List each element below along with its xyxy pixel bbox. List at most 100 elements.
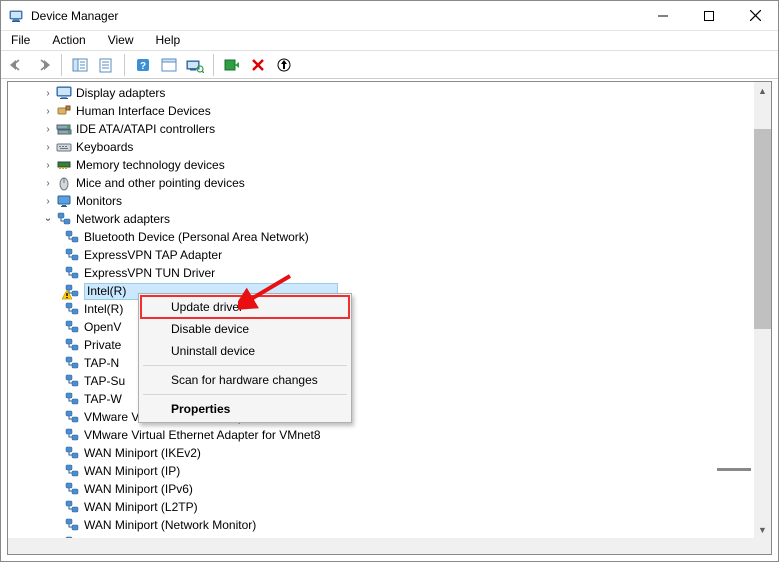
tree-label: Human Interface Devices: [76, 104, 217, 118]
tree-label: WAN Miniport (IKEv2): [84, 446, 207, 460]
update-driver-button[interactable]: [272, 53, 296, 77]
forward-button[interactable]: [31, 53, 55, 77]
network-adapter-icon: [64, 247, 80, 263]
network-adapter-icon: [64, 319, 80, 335]
tree-item[interactable]: ExpressVPN TUN Driver: [8, 264, 754, 282]
tree-item[interactable]: WAN Miniport (Network Monitor): [8, 516, 754, 534]
ctx-properties[interactable]: Properties: [141, 398, 349, 420]
tree-item[interactable]: VMware Virtual Ethernet Adapter for VMne…: [8, 408, 754, 426]
scroll-up-button[interactable]: ▲: [754, 82, 771, 99]
tree-item[interactable]: WAN Miniport (IP): [8, 462, 754, 480]
network-adapter-icon: [64, 499, 80, 515]
tree-label: ExpressVPN TUN Driver: [84, 266, 221, 280]
monitor-icon: [56, 193, 72, 209]
menu-action[interactable]: Action: [48, 33, 89, 50]
tree-item[interactable]: WAN Miniport (IPv6): [8, 480, 754, 498]
tree-label: WAN Miniport (IP): [84, 464, 186, 478]
tree-item[interactable]: Private: [8, 336, 754, 354]
tree-item[interactable]: TAP-Su: [8, 372, 754, 390]
ctx-scan-hardware[interactable]: Scan for hardware changes: [141, 369, 349, 391]
device-manager-icon: [9, 8, 25, 24]
ctx-uninstall-device[interactable]: Uninstall device: [141, 340, 349, 362]
tree-label: OpenV: [84, 320, 127, 334]
content-pane: › Display adapters › Human Interface Dev…: [7, 81, 772, 555]
tree-category[interactable]: › Mice and other pointing devices: [8, 174, 754, 192]
expand-toggle[interactable]: ›: [42, 142, 54, 153]
tree-item[interactable]: TAP-W: [8, 390, 754, 408]
ctx-update-driver[interactable]: Update driver: [141, 296, 349, 318]
tree-item[interactable]: ExpressVPN TAP Adapter: [8, 246, 754, 264]
tree-label: Display adapters: [76, 86, 171, 100]
action-button[interactable]: [157, 53, 181, 77]
network-adapter-icon: [64, 463, 80, 479]
scan-hardware-button[interactable]: [183, 53, 207, 77]
scroll-down-button[interactable]: ▼: [754, 521, 771, 538]
network-adapter-icon: [64, 481, 80, 497]
tree-item[interactable]: Bluetooth Device (Personal Area Network): [8, 228, 754, 246]
expand-toggle[interactable]: ›: [42, 196, 54, 207]
keyboard-icon: [56, 139, 72, 155]
network-adapter-icon: [64, 265, 80, 281]
tree-category[interactable]: › Memory technology devices: [8, 156, 754, 174]
tree-item[interactable]: WAN Miniport (L2TP): [8, 498, 754, 516]
tree-item[interactable]: OpenV: [8, 318, 754, 336]
scroll-track[interactable]: [754, 329, 771, 521]
horizontal-scrollbar[interactable]: [8, 538, 754, 554]
tree-category[interactable]: › Monitors: [8, 192, 754, 210]
close-button[interactable]: [732, 1, 778, 31]
tree-label: Monitors: [76, 194, 128, 208]
network-adapter-icon: [64, 517, 80, 533]
expand-toggle[interactable]: ›: [42, 88, 54, 99]
collapse-toggle[interactable]: ›: [43, 213, 54, 225]
tree-label: Private: [84, 338, 127, 352]
vertical-scrollbar[interactable]: ▲ ▼: [754, 82, 771, 538]
tree-category[interactable]: › Keyboards: [8, 138, 754, 156]
menu-help[interactable]: Help: [152, 33, 185, 50]
device-tree[interactable]: › Display adapters › Human Interface Dev…: [8, 82, 754, 538]
enable-device-button[interactable]: [220, 53, 244, 77]
minimize-button[interactable]: [640, 1, 686, 31]
tree-item[interactable]: WAN Miniport (IKEv2): [8, 444, 754, 462]
toolbar: ?: [1, 51, 778, 79]
network-adapter-icon: [64, 427, 80, 443]
tree-label: WAN Miniport (Network Monitor): [84, 518, 262, 532]
properties-button[interactable]: [94, 53, 118, 77]
maximize-button[interactable]: [686, 1, 732, 31]
network-adapters-icon: [56, 211, 72, 227]
tree-category-network[interactable]: › Network adapters: [8, 210, 754, 228]
back-button[interactable]: [5, 53, 29, 77]
ide-icon: [56, 121, 72, 137]
tree-category[interactable]: › IDE ATA/ATAPI controllers: [8, 120, 754, 138]
tree-label: Bluetooth Device (Personal Area Network): [84, 230, 315, 244]
tree-item[interactable]: Intel(R): [8, 300, 754, 318]
network-adapter-icon: [64, 337, 80, 353]
tree-item[interactable]: VMware Virtual Ethernet Adapter for VMne…: [8, 426, 754, 444]
tree-label: Mice and other pointing devices: [76, 176, 251, 190]
tree-label: WAN Miniport (IPv6): [84, 482, 199, 496]
scroll-thumb[interactable]: [754, 129, 771, 329]
expand-toggle[interactable]: ›: [42, 106, 54, 117]
expand-toggle[interactable]: ›: [42, 124, 54, 135]
ctx-disable-device[interactable]: Disable device: [141, 318, 349, 340]
network-adapter-icon: [64, 229, 80, 245]
menu-file[interactable]: File: [7, 33, 34, 50]
tree-label: WAN Miniport (L2TP): [84, 500, 204, 514]
network-adapter-icon: [64, 391, 80, 407]
hid-icon: [56, 103, 72, 119]
tree-category[interactable]: › Human Interface Devices: [8, 102, 754, 120]
network-adapter-icon: [64, 409, 80, 425]
show-hide-tree-button[interactable]: [68, 53, 92, 77]
tree-label: Network adapters: [76, 212, 176, 226]
expand-toggle[interactable]: ›: [42, 178, 54, 189]
tree-label: VMware Virtual Ethernet Adapter for VMne…: [84, 428, 327, 442]
tree-label: TAP-W: [84, 392, 128, 406]
help-button[interactable]: ?: [131, 53, 155, 77]
memory-icon: [56, 157, 72, 173]
tree-category[interactable]: › Display adapters: [8, 84, 754, 102]
tree-item[interactable]: TAP-N: [8, 354, 754, 372]
menu-view[interactable]: View: [104, 33, 138, 50]
tree-item-selected[interactable]: Intel(R): [8, 282, 754, 300]
uninstall-device-button[interactable]: [246, 53, 270, 77]
context-menu: Update driver Disable device Uninstall d…: [138, 293, 352, 423]
expand-toggle[interactable]: ›: [42, 160, 54, 171]
